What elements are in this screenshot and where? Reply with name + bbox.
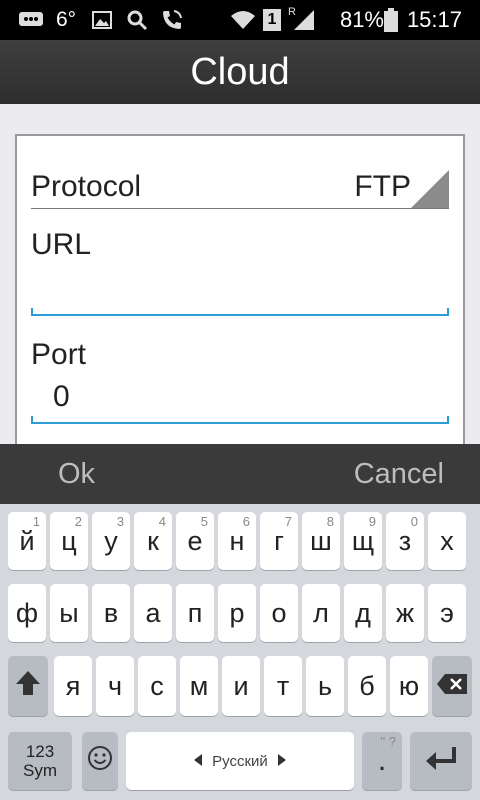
key-я[interactable]: я [54, 656, 92, 716]
key-hint: 0 [410, 514, 418, 529]
period-key-hint: " ? [380, 734, 396, 749]
key-о[interactable]: о [260, 584, 298, 642]
key-й[interactable]: 1й [8, 512, 46, 570]
key-т[interactable]: т [264, 656, 302, 716]
url-label: URL [31, 228, 92, 261]
clock: 15:17 [406, 7, 462, 32]
key-label: щ [351, 525, 375, 556]
emoji-key[interactable] [82, 732, 118, 790]
key-с[interactable]: с [138, 656, 176, 716]
sim-slot-badge: 1 [263, 0, 281, 40]
key-р[interactable]: р [218, 584, 256, 642]
ok-button[interactable]: Ok [58, 444, 95, 504]
protocol-label: Protocol [31, 170, 142, 203]
key-в[interactable]: в [92, 584, 130, 642]
shift-key[interactable] [8, 656, 48, 716]
dialog-button-bar: Ok Cancel [0, 444, 480, 504]
key-л[interactable]: л [302, 584, 340, 642]
backspace-key[interactable] [432, 656, 472, 716]
key-п[interactable]: п [176, 584, 214, 642]
symbols-key[interactable]: 123 Sym [8, 732, 72, 790]
key-ь[interactable]: ь [306, 656, 344, 716]
key-hint: 9 [368, 514, 376, 529]
cancel-button[interactable]: Cancel [354, 444, 444, 504]
key-label: у [104, 525, 118, 556]
key-hint: 8 [326, 514, 334, 529]
key-у[interactable]: 3у [92, 512, 130, 570]
call-icon [160, 0, 184, 40]
key-ц[interactable]: 2ц [50, 512, 88, 570]
port-value: 0 [53, 380, 70, 413]
key-label: ш [310, 525, 332, 556]
battery-percent: 81% [339, 7, 384, 32]
key-е[interactable]: 5е [176, 512, 214, 570]
dialog-title: Cloud [0, 40, 480, 104]
key-д[interactable]: д [344, 584, 382, 642]
key-з[interactable]: 0з [386, 512, 424, 570]
space-language-label: Русский [212, 752, 268, 770]
protocol-spinner[interactable]: Protocol FTP [31, 166, 449, 209]
key-label: к [147, 525, 159, 556]
enter-key[interactable] [410, 732, 472, 790]
settings-panel: Protocol FTP URL Port 0 [15, 134, 465, 454]
key-hint: 5 [200, 514, 208, 529]
smiley-icon [87, 745, 113, 778]
backspace-icon [436, 671, 468, 702]
period-key[interactable]: " ? . [362, 732, 402, 790]
key-ю[interactable]: ю [390, 656, 428, 716]
key-г[interactable]: 7г [260, 512, 298, 570]
key-label: н [229, 525, 245, 556]
key-ч[interactable]: ч [96, 656, 134, 716]
wifi-icon [230, 0, 256, 40]
key-label: з [398, 525, 412, 556]
key-б[interactable]: б [348, 656, 386, 716]
messages-icon [18, 0, 44, 40]
search-icon [126, 0, 148, 40]
symbols-key-top: 123 [25, 742, 55, 761]
period-key-label: . [377, 744, 387, 777]
roaming-indicator: R [288, 6, 296, 18]
key-label: г [274, 525, 284, 556]
port-input[interactable]: 0 [31, 380, 449, 424]
url-input[interactable] [31, 276, 449, 316]
key-hint: 3 [116, 514, 124, 529]
protocol-value: FTP [354, 170, 411, 203]
key-н[interactable]: 6н [218, 512, 256, 570]
key-щ[interactable]: 9щ [344, 512, 382, 570]
key-м[interactable]: м [180, 656, 218, 716]
dialog-content: Protocol FTP URL Port 0 [0, 104, 480, 454]
key-label: е [187, 525, 203, 556]
soft-keyboard: 1й2ц3у4к5е6н7г8ш9щ0зх фывапролджэ ячсмит… [0, 504, 480, 800]
key-hint: 6 [242, 514, 250, 529]
key-и[interactable]: и [222, 656, 260, 716]
port-label: Port [31, 338, 87, 371]
key-label: х [440, 525, 454, 556]
signal-icon: R [288, 0, 316, 40]
key-ы[interactable]: ы [50, 584, 88, 642]
enter-arrow-icon [424, 745, 458, 778]
status-bar: 6° 1 R 81% 15:17 [0, 0, 480, 40]
key-ш[interactable]: 8ш [302, 512, 340, 570]
symbols-key-bottom: Sym [23, 761, 57, 780]
shift-arrow-icon [15, 669, 41, 704]
key-ж[interactable]: ж [386, 584, 424, 642]
key-hint: 4 [158, 514, 166, 529]
language-left-arrow-icon [194, 753, 203, 770]
key-hint: 1 [32, 514, 40, 529]
space-key[interactable]: Русский [126, 732, 354, 790]
key-а[interactable]: а [134, 584, 172, 642]
key-hint: 7 [284, 514, 292, 529]
key-х[interactable]: х [428, 512, 466, 570]
key-э[interactable]: э [428, 584, 466, 642]
gallery-icon [92, 0, 112, 40]
battery-icon [384, 0, 398, 40]
key-label: ц [61, 525, 77, 556]
language-right-arrow-icon [277, 753, 286, 770]
key-hint: 2 [74, 514, 82, 529]
key-label: й [19, 525, 35, 556]
temperature-text: 6° [56, 8, 77, 31]
key-к[interactable]: 4к [134, 512, 172, 570]
key-ф[interactable]: ф [8, 584, 46, 642]
dropdown-triangle-icon [411, 170, 449, 208]
